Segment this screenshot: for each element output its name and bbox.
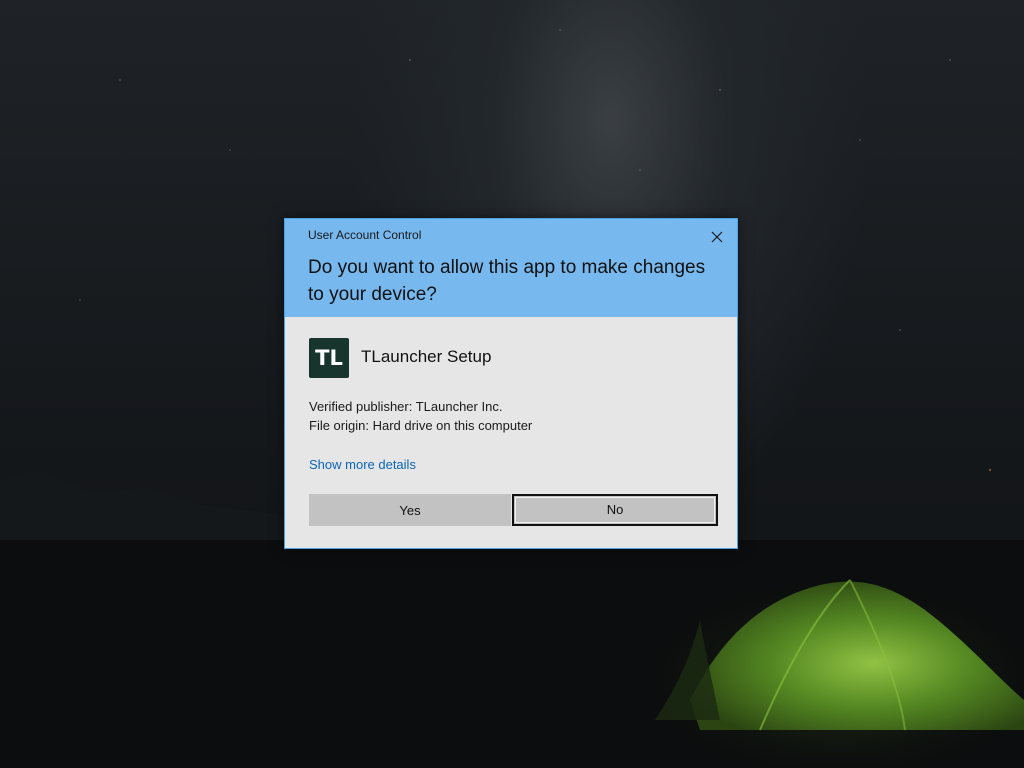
app-icon: TL bbox=[309, 338, 349, 378]
show-more-details-link[interactable]: Show more details bbox=[309, 457, 416, 472]
close-icon bbox=[711, 231, 723, 243]
file-origin-info: File origin: Hard drive on this computer bbox=[309, 418, 533, 433]
uac-dialog: User Account Control Do you want to allo… bbox=[284, 218, 738, 549]
yes-button[interactable]: Yes bbox=[309, 494, 511, 526]
focus-ring bbox=[515, 497, 715, 523]
dialog-title: User Account Control bbox=[308, 228, 422, 242]
desktop-background: User Account Control Do you want to allo… bbox=[0, 0, 1024, 768]
dialog-question: Do you want to allow this app to make ch… bbox=[308, 257, 706, 305]
close-button[interactable] bbox=[707, 227, 727, 247]
no-button[interactable]: No bbox=[512, 494, 718, 526]
app-name: TLauncher Setup bbox=[361, 347, 492, 366]
publisher-info: Verified publisher: TLauncher Inc. bbox=[309, 399, 503, 414]
dialog-header: User Account Control Do you want to allo… bbox=[285, 219, 737, 317]
